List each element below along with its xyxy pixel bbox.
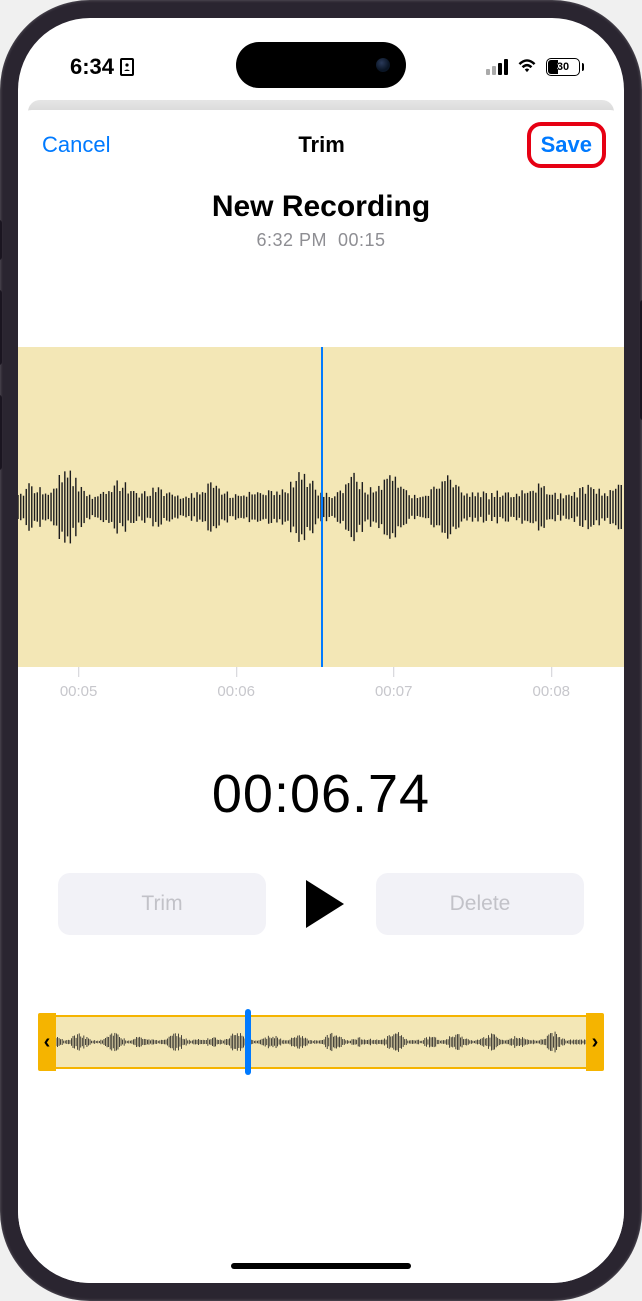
- wifi-icon: [516, 57, 538, 78]
- recording-meta: 6:32 PM 00:15: [18, 230, 624, 251]
- phone-frame: 6:34 30: [0, 0, 642, 1301]
- current-time-display: 00:06.74: [18, 763, 624, 825]
- trim-button[interactable]: Trim: [58, 873, 266, 935]
- camera-dot: [376, 58, 390, 72]
- delete-button[interactable]: Delete: [376, 873, 584, 935]
- trim-overview[interactable]: ‹ ›: [40, 1015, 602, 1069]
- id-card-icon: [120, 58, 134, 76]
- save-button[interactable]: Save: [541, 132, 592, 158]
- ruler-label: 00:08: [532, 683, 570, 700]
- chevron-left-icon: ‹: [44, 1031, 51, 1054]
- nav-title: Trim: [298, 132, 344, 158]
- recording-title: New Recording: [18, 190, 624, 224]
- overview-playhead[interactable]: [245, 1009, 251, 1075]
- save-highlight-annotation: Save: [527, 122, 606, 168]
- ruler-label: 00:05: [60, 683, 98, 700]
- playhead[interactable]: [321, 347, 323, 667]
- time-ruler: 00:05 00:06 00:07 00:08: [18, 667, 624, 711]
- overview-track[interactable]: [40, 1015, 602, 1069]
- recording-duration: 00:15: [338, 230, 386, 250]
- recording-timestamp: 6:32 PM: [256, 230, 327, 250]
- nav-bar: Cancel Trim Save: [18, 110, 624, 166]
- ruler-label: 00:07: [375, 683, 413, 700]
- waveform-editor[interactable]: 00:05 00:06 00:07 00:08: [18, 347, 624, 711]
- play-button[interactable]: [286, 880, 356, 928]
- play-icon: [306, 880, 344, 928]
- overview-waveform: [42, 1027, 600, 1057]
- status-time: 6:34: [70, 54, 134, 80]
- trim-handle-left[interactable]: ‹: [38, 1013, 56, 1071]
- trim-handle-right[interactable]: ›: [586, 1013, 604, 1071]
- waveform-selection-region[interactable]: [18, 347, 624, 667]
- screen: 6:34 30: [18, 18, 624, 1283]
- battery-icon: 30: [546, 58, 584, 76]
- ruler-label: 00:06: [217, 683, 255, 700]
- cancel-button[interactable]: Cancel: [42, 132, 110, 158]
- home-indicator[interactable]: [231, 1263, 411, 1269]
- battery-text: 30: [557, 61, 569, 73]
- chevron-right-icon: ›: [592, 1031, 599, 1054]
- trim-sheet: Cancel Trim Save New Recording 6:32 PM 0…: [18, 110, 624, 1283]
- dynamic-island: [236, 42, 406, 88]
- signal-icon: [486, 59, 508, 75]
- clock-text: 6:34: [70, 54, 114, 80]
